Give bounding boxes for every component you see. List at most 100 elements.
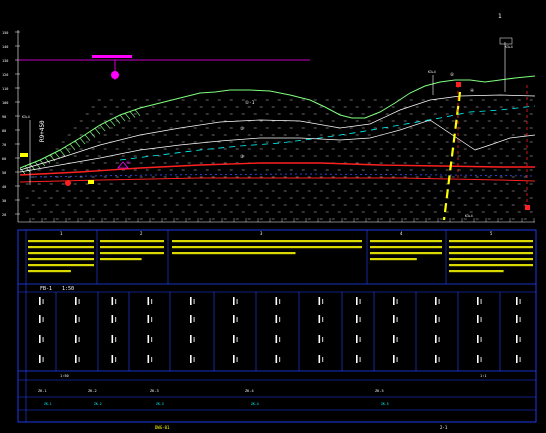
elev-tick-label: 140 <box>2 45 8 49</box>
row-label-2: 1:50 <box>62 286 74 292</box>
table-cell-mark <box>193 299 195 304</box>
table-cell-mark <box>477 297 479 305</box>
table-cell-mark <box>78 357 80 362</box>
description-text-line <box>449 252 533 255</box>
table-cell-mark <box>519 337 521 342</box>
cad-drawing-canvas: 1501401301201101009080706050403020 R9+45… <box>0 0 546 433</box>
table-cell-mark <box>480 299 482 304</box>
bottom-zone-label: ZK-2 <box>88 389 97 393</box>
bottom-zone-sublabel: ZK-2 <box>94 402 102 406</box>
table-cell-mark <box>78 299 80 304</box>
table-cell-mark <box>147 335 150 343</box>
description-text-line <box>28 252 94 255</box>
table-cell-mark <box>78 337 80 342</box>
table-cell-mark <box>438 317 440 322</box>
description-text-line <box>28 264 94 267</box>
borehole-label: K3+4 <box>465 214 473 218</box>
table-cell-mark <box>236 337 238 342</box>
bottom-zone-label: ZK-3 <box>150 389 159 393</box>
borehole-label: K3+4 <box>505 45 513 49</box>
table-cell-mark <box>322 317 324 322</box>
elev-tick-label: 130 <box>2 59 8 63</box>
description-text-line <box>172 252 296 255</box>
table-cell-mark <box>75 315 77 323</box>
table-cell-mark <box>519 317 521 322</box>
description-text-line <box>172 240 362 243</box>
table-cell-mark <box>275 355 278 363</box>
footer-left: DWG-01 <box>155 425 170 430</box>
elev-tick-label: 70 <box>2 143 6 147</box>
top-marker: 1 <box>498 13 502 20</box>
description-text-line <box>28 240 94 243</box>
table-cell-mark <box>190 355 192 363</box>
table-cell-mark <box>393 335 395 343</box>
table-cell-mark <box>356 355 358 363</box>
table-cell-mark <box>111 315 114 323</box>
table-cell-mark <box>151 317 153 322</box>
bottom-zone-label: ZK-5 <box>375 389 384 393</box>
table-cell-mark <box>396 299 398 304</box>
table-cell-mark <box>115 357 117 362</box>
table-cell-mark <box>393 297 395 305</box>
table-cell-mark <box>236 357 238 362</box>
description-text-line <box>28 270 71 273</box>
table-cell-mark <box>393 355 395 363</box>
elev-tick-label: 80 <box>2 129 6 133</box>
elev-tick-label: 30 <box>2 199 6 203</box>
table-cell-mark <box>42 357 44 362</box>
elev-tick-label: 50 <box>2 171 6 175</box>
table-cell-mark <box>435 355 437 363</box>
footer-right: 2-1 <box>440 425 448 430</box>
table-cell-mark <box>279 299 281 304</box>
table-cell-mark <box>115 337 117 342</box>
table-cell-mark <box>151 299 153 304</box>
table-cell-mark <box>359 357 361 362</box>
bottom-zone-label: ZK-1 <box>38 389 47 393</box>
bottom-zone-sublabel: ZK-5 <box>381 402 389 406</box>
elev-tick-label: 100 <box>2 101 8 105</box>
table-cell-mark <box>318 355 321 363</box>
description-text-line <box>100 252 164 255</box>
table-cell-mark <box>279 337 281 342</box>
table-cell-mark <box>75 297 77 305</box>
table-cell-mark <box>435 297 437 305</box>
description-text-line <box>100 240 164 243</box>
table-cell-mark <box>190 297 192 305</box>
table-cell-mark <box>233 315 235 323</box>
bottom-zone-label: ZK-4 <box>245 389 254 393</box>
table-cell-mark <box>115 299 117 304</box>
table-cell-mark <box>318 335 321 343</box>
table-cell-mark <box>279 317 281 322</box>
table-cell-mark <box>318 297 321 305</box>
table-cell-mark <box>322 299 324 304</box>
table-cell-mark <box>42 317 44 322</box>
description-text-line <box>370 252 442 255</box>
table-cell-mark <box>78 317 80 322</box>
table-cell-mark <box>39 355 41 363</box>
description-text-line <box>370 246 442 249</box>
table-cell-mark <box>438 299 440 304</box>
table-cell-mark <box>147 297 150 305</box>
table-cell-mark <box>393 315 395 323</box>
table-cell-mark <box>111 335 114 343</box>
table-cell-mark <box>438 357 440 362</box>
table-cell-mark <box>147 355 150 363</box>
table-cell-mark <box>322 337 324 342</box>
layer-label: ①-1 <box>245 100 255 106</box>
table-cell-mark <box>42 299 44 304</box>
table-cell-mark <box>480 317 482 322</box>
table-cell-mark <box>435 315 437 323</box>
table-cell-mark <box>477 315 479 323</box>
section-label: R9+450 <box>39 120 46 142</box>
table-cell-mark <box>480 337 482 342</box>
description-text-line <box>100 246 164 249</box>
table-cell-mark <box>147 315 150 323</box>
table-cell-mark <box>75 355 77 363</box>
table-cell-mark <box>438 337 440 342</box>
table-cell-mark <box>275 315 278 323</box>
table-cell-mark <box>275 297 278 305</box>
table-cell-mark <box>233 297 235 305</box>
elev-tick-label: 150 <box>2 31 8 35</box>
table-cell-mark <box>396 337 398 342</box>
table-cell-mark <box>190 315 192 323</box>
